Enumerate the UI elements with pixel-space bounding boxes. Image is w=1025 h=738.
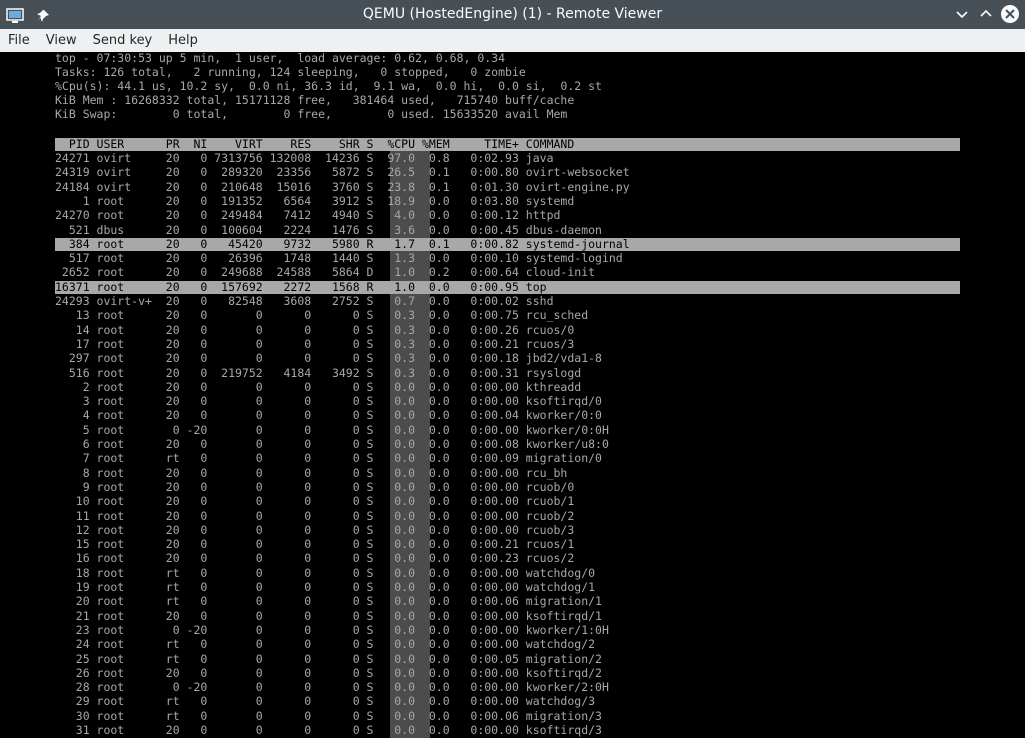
process-row: 24271 ovirt 20 0 7313756 132008 14236 S … — [55, 151, 554, 165]
process-row: 8 root 20 0 0 0 0 S 0.0 0.0 0:00.00 rcu_… — [55, 466, 568, 480]
process-row: 20 root rt 0 0 0 0 S 0.0 0.0 0:00.06 mig… — [55, 594, 602, 608]
process-row: 384 root 20 0 45420 9732 5980 R 1.7 0.1 … — [55, 237, 630, 251]
process-row: 6 root 20 0 0 0 0 S 0.0 0.0 0:00.08 kwor… — [55, 437, 609, 451]
menu-view[interactable]: View — [38, 29, 85, 52]
process-row: 14 root 20 0 0 0 0 S 0.3 0.0 0:00.26 rcu… — [55, 323, 575, 337]
process-row: 516 root 20 0 219752 4184 3492 S 0.3 0.0… — [55, 366, 582, 380]
process-row: 28 root 0 -20 0 0 0 S 0.0 0.0 0:00.00 kw… — [55, 680, 609, 694]
process-row: 9 root 20 0 0 0 0 S 0.0 0.0 0:00.00 rcuo… — [55, 480, 575, 494]
top-uptime-line: top - 07:30:53 up 5 min, 1 user, load av… — [55, 52, 506, 65]
process-row: 7 root rt 0 0 0 0 S 0.0 0.0 0:00.09 migr… — [55, 451, 602, 465]
process-row: 1 root 20 0 191352 6564 3912 S 18.9 0.0 … — [55, 194, 575, 208]
process-row: 18 root rt 0 0 0 0 S 0.0 0.0 0:00.00 wat… — [55, 566, 596, 580]
process-row: 29 root rt 0 0 0 0 S 0.0 0.0 0:00.00 wat… — [55, 694, 596, 708]
process-row: 16371 root 20 0 157692 2272 1568 R 1.0 0… — [55, 280, 547, 294]
process-column-header: PID USER PR NI VIRT RES SHR S %CPU %MEM … — [55, 137, 575, 151]
process-row: 21 root 20 0 0 0 0 S 0.0 0.0 0:00.00 kso… — [55, 609, 602, 623]
process-row: 16 root 20 0 0 0 0 S 0.0 0.0 0:00.23 rcu… — [55, 551, 575, 565]
top-tasks-line: Tasks: 126 total, 2 running, 124 sleepin… — [55, 65, 526, 79]
process-row: 5 root 0 -20 0 0 0 S 0.0 0.0 0:00.00 kwo… — [55, 423, 609, 437]
process-row: 13 root 20 0 0 0 0 S 0.3 0.0 0:00.75 rcu… — [55, 308, 589, 322]
process-row: 24293 ovirt-v+ 20 0 82548 3608 2752 S 0.… — [55, 294, 554, 308]
menu-send-key[interactable]: Send key — [85, 29, 161, 52]
process-row: 15 root 20 0 0 0 0 S 0.0 0.0 0:00.21 rcu… — [55, 537, 575, 551]
top-mem-line: KiB Mem : 16268332 total, 15171128 free,… — [55, 93, 575, 107]
menu-help[interactable]: Help — [160, 29, 206, 52]
process-row: 31 root 20 0 0 0 0 S 0.0 0.0 0:00.00 kso… — [55, 723, 602, 737]
close-button[interactable] — [999, 3, 1021, 25]
top-cpu-line: %Cpu(s): 44.1 us, 10.2 sy, 0.0 ni, 36.3 … — [55, 79, 602, 93]
process-row: 3 root 20 0 0 0 0 S 0.0 0.0 0:00.00 ksof… — [55, 394, 602, 408]
process-row: 2 root 20 0 0 0 0 S 0.0 0.0 0:00.00 kthr… — [55, 380, 582, 394]
process-row: 24 root rt 0 0 0 0 S 0.0 0.0 0:00.00 wat… — [55, 637, 596, 651]
process-row: 30 root rt 0 0 0 0 S 0.0 0.0 0:00.06 mig… — [55, 709, 602, 723]
process-row: 26 root 20 0 0 0 0 S 0.0 0.0 0:00.00 kso… — [55, 666, 602, 680]
process-row: 24319 ovirt 20 0 289320 23356 5872 S 26.… — [55, 165, 630, 179]
process-row: 4 root 20 0 0 0 0 S 0.0 0.0 0:00.04 kwor… — [55, 408, 602, 422]
menu-bar: File View Send key Help — [0, 29, 1025, 53]
process-row: 11 root 20 0 0 0 0 S 0.0 0.0 0:00.00 rcu… — [55, 509, 575, 523]
process-row: 25 root rt 0 0 0 0 S 0.0 0.0 0:00.05 mig… — [55, 652, 602, 666]
process-row: 517 root 20 0 26396 1748 1440 S 1.3 0.0 … — [55, 251, 623, 265]
top-swap-line: KiB Swap: 0 total, 0 free, 0 used. 15633… — [55, 107, 568, 121]
chevron-down-icon[interactable] — [951, 3, 973, 25]
menu-file[interactable]: File — [0, 29, 38, 52]
process-row: 17 root 20 0 0 0 0 S 0.3 0.0 0:00.21 rcu… — [55, 337, 575, 351]
process-row: 297 root 20 0 0 0 0 S 0.3 0.0 0:00.18 jb… — [55, 351, 602, 365]
process-row: 24270 root 20 0 249484 7412 4940 S 4.0 0… — [55, 208, 561, 222]
process-row: 12 root 20 0 0 0 0 S 0.0 0.0 0:00.00 rcu… — [55, 523, 575, 537]
close-icon — [1001, 5, 1019, 23]
terminal-screen[interactable]: top - 07:30:53 up 5 min, 1 user, load av… — [0, 52, 1025, 738]
process-row: 23 root 0 -20 0 0 0 S 0.0 0.0 0:00.00 kw… — [55, 623, 609, 637]
process-row: 19 root rt 0 0 0 0 S 0.0 0.0 0:00.00 wat… — [55, 580, 596, 594]
window-title: QEMU (HostedEngine) (1) - Remote Viewer — [362, 6, 663, 22]
process-row: 10 root 20 0 0 0 0 S 0.0 0.0 0:00.00 rcu… — [55, 494, 575, 508]
window-titlebar[interactable]: QEMU (HostedEngine) (1) - Remote Viewer — [0, 0, 1025, 29]
chevron-up-icon[interactable] — [975, 3, 997, 25]
process-row: 2652 root 20 0 249688 24588 5864 D 1.0 0… — [55, 265, 596, 279]
process-row: 521 dbus 20 0 100604 2224 1476 S 3.6 0.0… — [55, 223, 602, 237]
process-row: 24184 ovirt 20 0 210648 15016 3760 S 23.… — [55, 180, 630, 194]
